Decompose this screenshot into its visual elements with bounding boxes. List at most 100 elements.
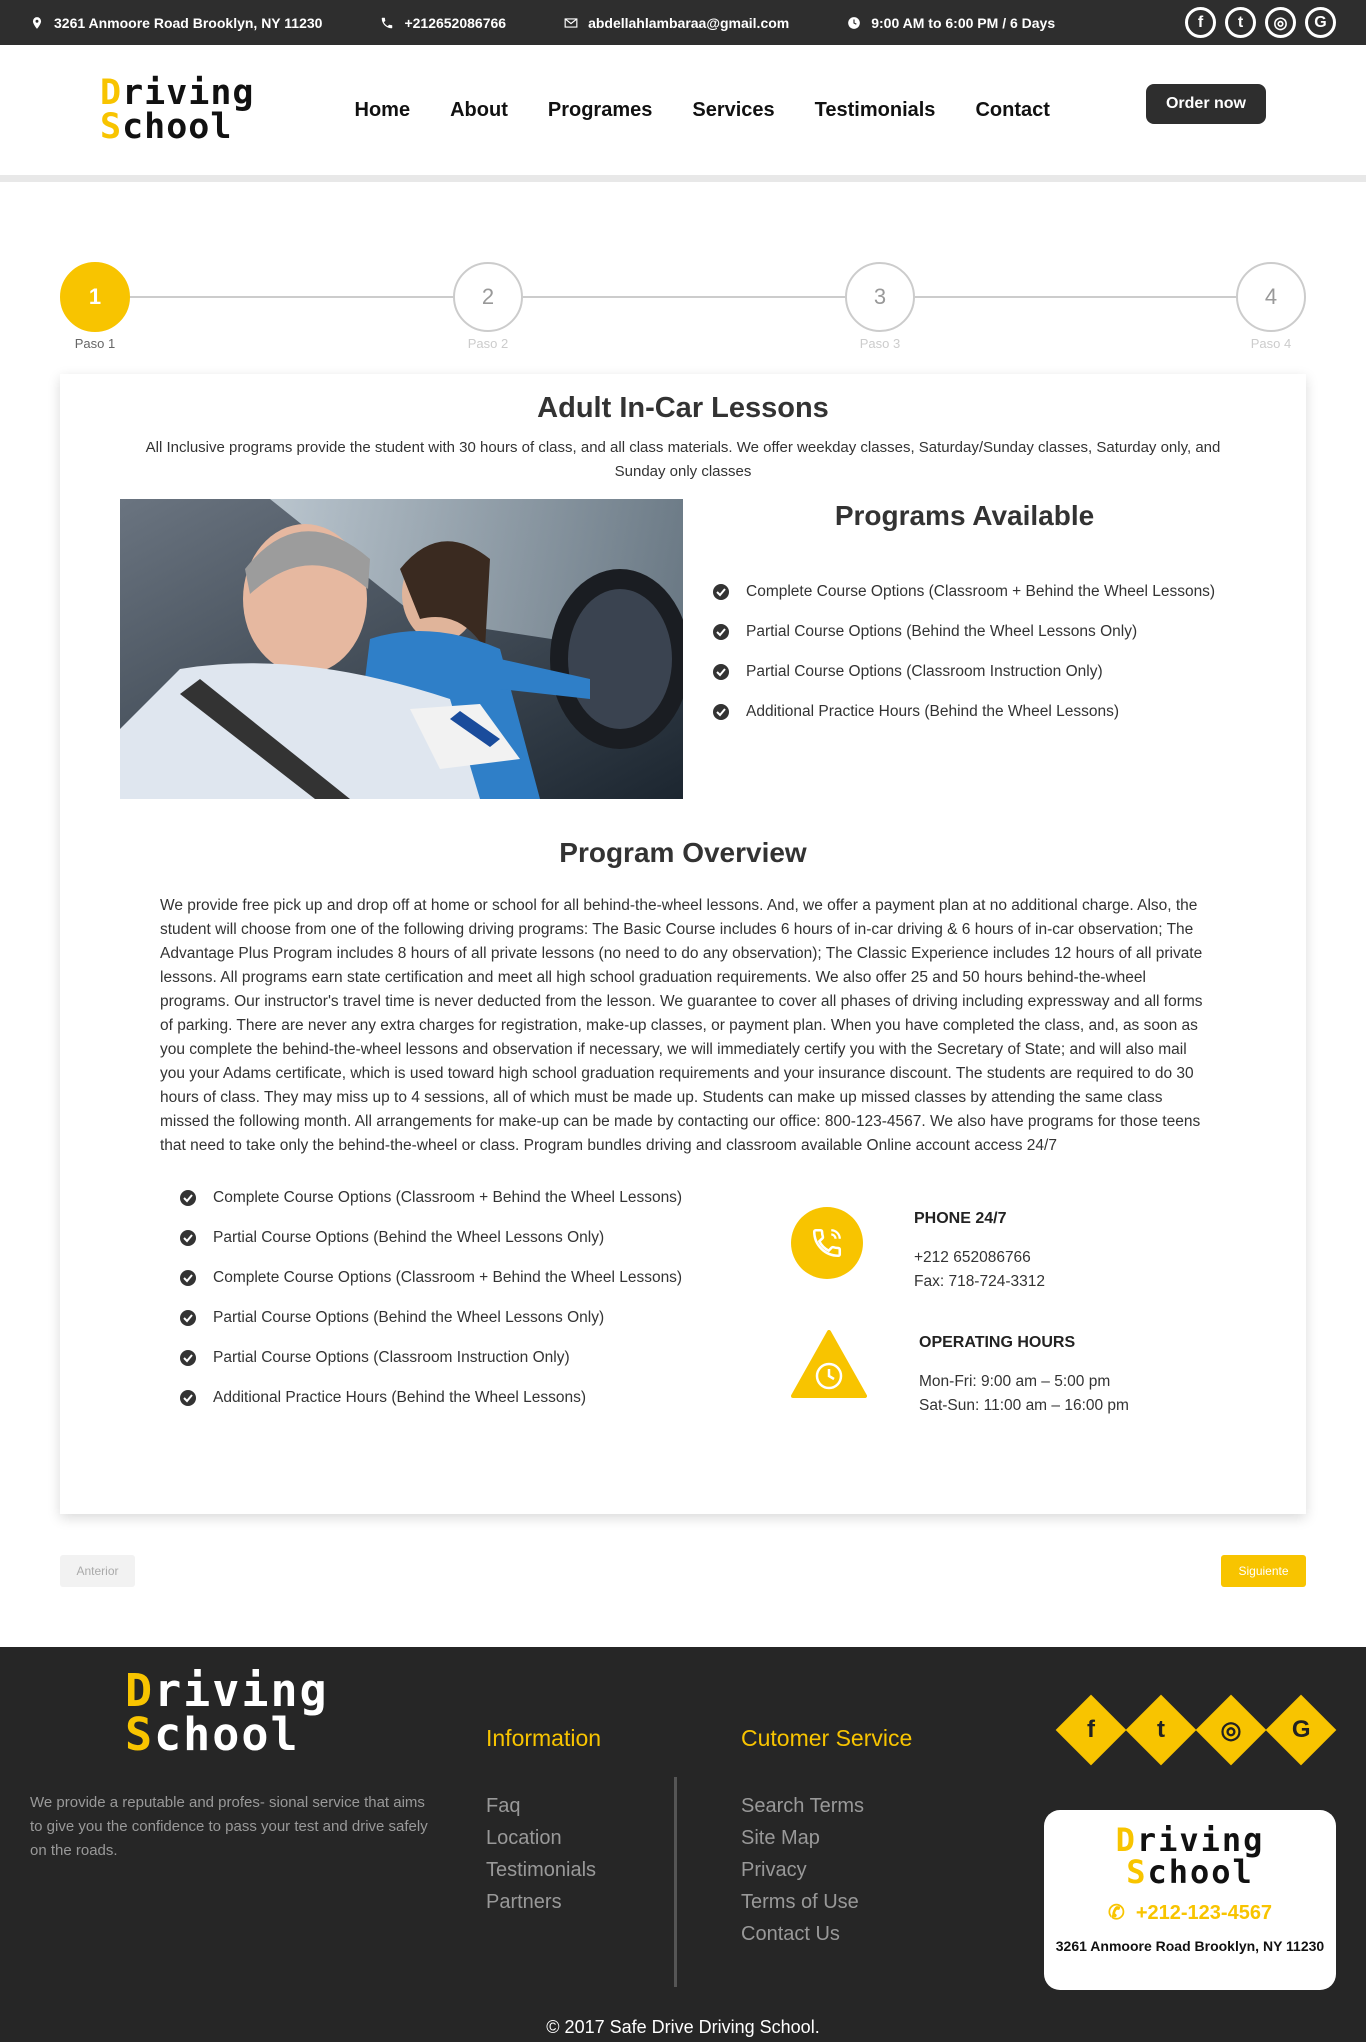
hours-line-2: Sat-Sun: 11:00 am – 16:00 pm: [919, 1397, 1129, 1414]
footer-link-terms[interactable]: Terms of Use: [741, 1886, 864, 1918]
footer-link-privacy[interactable]: Privacy: [741, 1854, 864, 1886]
check-circle-icon: [180, 1390, 196, 1406]
twitter-icon[interactable]: t: [1225, 7, 1256, 38]
instagram-icon[interactable]: ◎: [1265, 7, 1296, 38]
footer-link-contact[interactable]: Contact Us: [741, 1918, 864, 1950]
footer-link-search-terms[interactable]: Search Terms: [741, 1790, 864, 1822]
next-button[interactable]: Siguiente: [1221, 1555, 1306, 1587]
address-item: 3261 Anmoore Road Brooklyn, NY 11230: [30, 15, 322, 31]
step-circle: 4: [1236, 262, 1306, 332]
programs-list: Complete Course Options (Classroom + Beh…: [713, 572, 1215, 732]
overview-text: We provide free pick up and drop off at …: [160, 897, 1203, 1154]
intro-text: All Inclusive programs provide the stude…: [145, 439, 1221, 480]
check-circle-icon: [180, 1310, 196, 1326]
step-progress: 1 Paso 1 2 Paso 2 3 Paso 3 4 Paso 4: [60, 262, 1306, 352]
phone-item[interactable]: +212652086766: [380, 15, 506, 31]
twitter-icon[interactable]: t: [1125, 1694, 1197, 1766]
phone-icon: [382, 17, 393, 28]
site-footer: Driving School We provide a reputable an…: [0, 1647, 1366, 2042]
nav-programes[interactable]: Programes: [548, 99, 653, 122]
check-circle-icon: [180, 1190, 196, 1206]
step-label: Paso 3: [859, 336, 901, 351]
page-title: Adult In-Car Lessons: [537, 392, 829, 424]
check-circle-icon: [713, 624, 729, 640]
options-list: Complete Course Options (Classroom + Beh…: [180, 1178, 682, 1418]
service-heading: Cutomer Service: [741, 1725, 913, 1751]
clock-icon: [848, 16, 861, 29]
service-links: Search Terms Site Map Privacy Terms of U…: [741, 1790, 864, 1950]
step-line: [95, 296, 1271, 298]
footer-divider: [674, 1777, 677, 1987]
phone-line-2: Fax: 718-724-3312: [914, 1273, 1045, 1290]
nav-contact[interactable]: Contact: [975, 99, 1049, 122]
list-item: Partial Course Options (Behind the Wheel…: [180, 1298, 682, 1338]
info-links: Faq Location Testimonials Partners: [486, 1790, 596, 1918]
facebook-icon[interactable]: f: [1185, 7, 1216, 38]
google-icon[interactable]: G: [1265, 1694, 1337, 1766]
phone-icon: ✆: [1107, 1902, 1125, 1924]
list-item: Complete Course Options (Classroom + Beh…: [180, 1178, 682, 1218]
previous-button[interactable]: Anterior: [60, 1555, 135, 1587]
info-heading: Information: [486, 1725, 602, 1751]
location-pin-icon: [32, 16, 42, 29]
facebook-icon[interactable]: f: [1055, 1694, 1127, 1766]
hours-item: 9:00 AM to 6:00 PM / 6 Days: [847, 15, 1055, 31]
nav-home[interactable]: Home: [355, 99, 411, 122]
order-now-button[interactable]: Order now: [1146, 84, 1266, 124]
footer-description: We provide a reputable and profes- siona…: [30, 1794, 428, 1859]
nav-testimonials[interactable]: Testimonials: [815, 99, 936, 122]
list-item: Partial Course Options (Behind the Wheel…: [180, 1218, 682, 1258]
check-circle-icon: [713, 704, 729, 720]
check-circle-icon: [713, 584, 729, 600]
footer-link-faq[interactable]: Faq: [486, 1790, 596, 1822]
list-item: Additional Practice Hours (Behind the Wh…: [180, 1378, 682, 1418]
step-circle: 3: [845, 262, 915, 332]
step-2[interactable]: 2 Paso 2: [453, 262, 523, 351]
footer-link-site-map[interactable]: Site Map: [741, 1822, 864, 1854]
main-nav: Home About Programes Services Testimonia…: [355, 99, 1050, 122]
nav-about[interactable]: About: [450, 99, 508, 122]
lesson-photo: [120, 499, 683, 799]
footer-link-location[interactable]: Location: [486, 1822, 596, 1854]
email-text: abdellahlambaraa@gmail.com: [588, 14, 790, 31]
hours-line-1: Mon-Fri: 9:00 am – 5:00 pm: [919, 1373, 1111, 1390]
step-label: Paso 4: [1250, 336, 1292, 351]
site-logo[interactable]: Driving School: [100, 76, 255, 145]
top-social-links: f t ◎ G: [1185, 7, 1336, 38]
step-4[interactable]: 4 Paso 4: [1236, 262, 1306, 351]
card-logo: Driving School: [1115, 1821, 1265, 1891]
step-circle: 1: [60, 262, 130, 332]
step-1[interactable]: 1 Paso 1: [60, 262, 130, 351]
list-item: Partial Course Options (Classroom Instru…: [713, 652, 1215, 692]
phone-ring-icon: [791, 1207, 863, 1279]
content-card: Adult In-Car Lessons All Inclusive progr…: [60, 374, 1306, 1514]
hours-text: 9:00 AM to 6:00 PM / 6 Days: [871, 14, 1056, 31]
address-text: 3261 Anmoore Road Brooklyn, NY 11230: [54, 14, 323, 31]
list-item: Partial Course Options (Classroom Instru…: [180, 1338, 682, 1378]
top-bar: 3261 Anmoore Road Brooklyn, NY 11230 +21…: [0, 0, 1366, 45]
footer-contact-card: Driving School ✆ +212-123-4567 3261 Anmo…: [1044, 1810, 1336, 1990]
footer-link-partners[interactable]: Partners: [486, 1886, 596, 1918]
check-circle-icon: [713, 664, 729, 680]
list-item: Complete Course Options (Classroom + Beh…: [180, 1258, 682, 1298]
instagram-icon[interactable]: ◎: [1195, 1694, 1267, 1766]
overview-title: Program Overview: [559, 837, 807, 868]
copyright: © 2017 Safe Drive Driving School.: [546, 2017, 820, 2037]
footer-link-testimonials[interactable]: Testimonials: [486, 1854, 596, 1886]
card-phone[interactable]: ✆ +212-123-4567: [1044, 1900, 1336, 1925]
phone-line-1: +212 652086766: [914, 1249, 1031, 1266]
check-circle-icon: [180, 1230, 196, 1246]
check-circle-icon: [180, 1350, 196, 1366]
email-item[interactable]: abdellahlambaraa@gmail.com: [564, 15, 789, 31]
programs-title: Programs Available: [834, 500, 1095, 531]
google-icon[interactable]: G: [1305, 7, 1336, 38]
step-3[interactable]: 3 Paso 3: [845, 262, 915, 351]
check-circle-icon: [180, 1270, 196, 1286]
list-item: Complete Course Options (Classroom + Beh…: [713, 572, 1215, 612]
step-label: Paso 1: [74, 336, 116, 351]
nav-services[interactable]: Services: [692, 99, 774, 122]
step-circle: 2: [453, 262, 523, 332]
footer-logo[interactable]: Driving School: [125, 1668, 329, 1757]
clock-warning-icon: [791, 1330, 867, 1400]
hours-title: OPERATING HOURS: [919, 1334, 1076, 1351]
